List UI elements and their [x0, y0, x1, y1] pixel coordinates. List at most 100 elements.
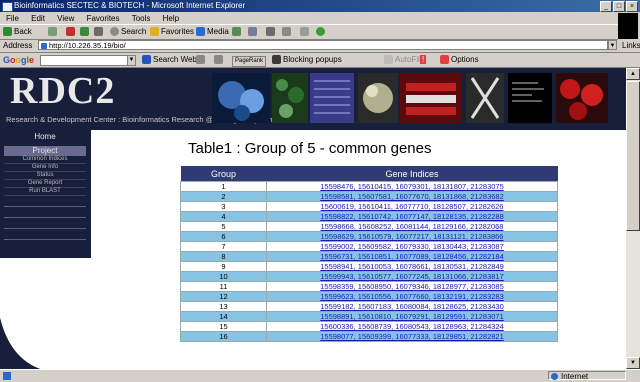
options-button[interactable]: Options — [440, 53, 479, 67]
table-row: 4 15598822, 15610742, 16077147, 18128135,… — [180, 211, 558, 222]
stop-button[interactable] — [66, 25, 77, 39]
gene-indices-link[interactable]: 15598476, 15610415, 16079301, 18131807, … — [266, 181, 558, 192]
table-row: 3 15600619, 15610411, 16077710, 18128507,… — [180, 201, 558, 212]
address-input[interactable]: http://10.226.35.19/bio/ — [38, 40, 608, 50]
links-label[interactable]: Links — [622, 39, 640, 52]
group-number-cell: 11 — [180, 281, 267, 292]
gene-indices-link[interactable]: 15599182, 15607183, 16080084, 18128625, … — [266, 301, 558, 312]
vertical-scrollbar[interactable]: ▲ ▼ — [626, 68, 640, 369]
search-label: Search — [121, 27, 147, 36]
forward-arrow-icon — [48, 27, 57, 37]
gene-indices-link[interactable]: 15600619, 15610411, 16077710, 18128507, … — [266, 201, 558, 212]
scroll-down-arrow-icon[interactable]: ▼ — [626, 357, 640, 369]
nav-item-gene-report[interactable]: Gene Report — [4, 180, 86, 188]
table-row: 15 15600336, 15608739, 16080543, 18128963… — [180, 321, 558, 332]
media-label: Media — [207, 27, 229, 36]
nav-item-empty[interactable] — [4, 229, 86, 240]
autofill-button[interactable]: AutoFill — [384, 53, 422, 67]
notify-button[interactable]: ! — [420, 53, 427, 67]
menu-help[interactable]: Help — [163, 13, 179, 24]
blocking-popups-button[interactable]: Blocking popups — [272, 53, 342, 67]
gene-indices-link[interactable]: 15598822, 15610742, 16077147, 18128135, … — [266, 211, 558, 222]
gene-indices-link[interactable]: 15598359, 15608950, 16079346, 18128977, … — [266, 281, 558, 292]
print-button[interactable] — [266, 25, 277, 39]
forward-button[interactable] — [48, 25, 59, 39]
nav-item-empty[interactable] — [4, 218, 86, 229]
gene-indices-link[interactable]: 15598668, 15608252, 16081144, 18129166, … — [266, 221, 558, 232]
google-search-input[interactable] — [40, 55, 128, 66]
group-number-cell: 1 — [180, 181, 267, 192]
minimize-button[interactable]: _ — [600, 1, 612, 12]
group-number-cell: 14 — [180, 311, 267, 322]
group-number-cell: 2 — [180, 191, 267, 202]
table-row: 8 15596731, 15610851, 16077089, 18128456,… — [180, 251, 558, 262]
refresh-icon — [80, 27, 89, 37]
messenger-button[interactable] — [316, 25, 327, 39]
table-row: 2 15598581, 15607581, 16077670, 18131868,… — [180, 191, 558, 202]
home-button[interactable] — [94, 25, 105, 39]
close-button[interactable]: × — [626, 1, 638, 12]
gene-indices-link[interactable]: 15598077, 15609399, 16077333, 18129851, … — [266, 331, 558, 342]
site-logo[interactable]: RDC2 — [10, 71, 115, 111]
group-number-cell: 13 — [180, 301, 267, 312]
google-search-icon — [142, 55, 151, 65]
scroll-thumb[interactable] — [626, 81, 640, 231]
page-info-button[interactable] — [214, 53, 225, 67]
gene-indices-link[interactable]: 15598891, 15610810, 16079291, 18129591, … — [266, 311, 558, 322]
menu-edit[interactable]: Edit — [31, 13, 45, 24]
gene-indices-link[interactable]: 15598581, 15607581, 16077670, 18131868, … — [266, 191, 558, 202]
gene-table: Group Gene Indices 1 15598476, 15610415, … — [180, 166, 558, 342]
popup-blocker-icon — [272, 55, 281, 65]
site-banner: RDC2 Research & Development Center : Bio… — [0, 68, 626, 130]
nav-home[interactable]: Home — [4, 132, 86, 142]
nav-project[interactable]: Project — [4, 146, 86, 156]
gene-indices-link[interactable]: 15599623, 15610556, 16077660, 18132191, … — [266, 291, 558, 302]
address-bar: Address http://10.226.35.19/bio/ ▼ Links — [0, 39, 640, 53]
search-site-button[interactable] — [196, 53, 207, 67]
discuss-button[interactable] — [300, 25, 311, 39]
group-number-cell: 7 — [180, 241, 267, 252]
gene-indices-link[interactable]: 15598941, 15610053, 16078661, 18130531, … — [266, 261, 558, 272]
menu-file[interactable]: File — [6, 13, 19, 24]
group-number-cell: 10 — [180, 271, 267, 282]
pagerank-indicator[interactable]: PageRank — [232, 53, 267, 67]
address-dropdown-button[interactable]: ▼ — [608, 40, 617, 50]
google-search-dropdown[interactable]: ▼ — [127, 55, 136, 66]
scroll-up-arrow-icon[interactable]: ▲ — [626, 68, 640, 80]
nav-item-empty[interactable] — [4, 207, 86, 218]
table-body: 1 15598476, 15610415, 16079301, 18131807,… — [180, 181, 558, 342]
nav-item-common-indices[interactable]: Common Indices — [4, 156, 86, 164]
google-toolbar: Google ▼ Search Web PageRank Blocking po… — [0, 53, 640, 68]
favorites-button[interactable]: Favorites — [150, 25, 194, 39]
refresh-button[interactable] — [80, 25, 91, 39]
gene-indices-link[interactable]: 15598629, 15610579, 16077217, 18131121, … — [266, 231, 558, 242]
maximize-button[interactable]: □ — [613, 1, 625, 12]
media-button[interactable]: Media — [196, 25, 229, 39]
back-button[interactable]: Back — [3, 25, 32, 39]
print-icon — [266, 27, 275, 37]
history-button[interactable] — [232, 25, 243, 39]
gene-indices-link[interactable]: 15599943, 15610577, 16077245, 18131066, … — [266, 271, 558, 282]
tissue-image — [272, 73, 308, 123]
home-icon — [94, 27, 103, 37]
nav-item-status[interactable]: Status — [4, 172, 86, 180]
gene-indices-link[interactable]: 15600336, 15608739, 16080543, 18128963, … — [266, 321, 558, 332]
menu-favorites[interactable]: Favorites — [87, 13, 120, 24]
search-web-button[interactable]: Search Web — [142, 53, 197, 67]
cell-image-1 — [212, 73, 270, 123]
menu-view[interactable]: View — [57, 13, 74, 24]
nav-item-run-blast[interactable]: Run BLAST — [4, 188, 86, 196]
back-label: Back — [14, 27, 32, 36]
gene-indices-link[interactable]: 15599002, 15609582, 16079330, 18130443, … — [266, 241, 558, 252]
nav-item-empty[interactable] — [4, 196, 86, 207]
group-number-cell: 16 — [180, 331, 267, 342]
gene-indices-link[interactable]: 15596731, 15610851, 16077089, 18128456, … — [266, 251, 558, 262]
group-number-cell: 8 — [180, 251, 267, 262]
google-logo[interactable]: Google — [3, 53, 34, 67]
menu-tools[interactable]: Tools — [132, 13, 151, 24]
search-button[interactable]: Search — [110, 25, 146, 39]
nav-item-gene-info[interactable]: Gene Info — [4, 164, 86, 172]
mail-button[interactable] — [248, 25, 259, 39]
table-row: 12 15599623, 15610556, 16077660, 18132191… — [180, 291, 558, 302]
edit-button[interactable] — [282, 25, 293, 39]
